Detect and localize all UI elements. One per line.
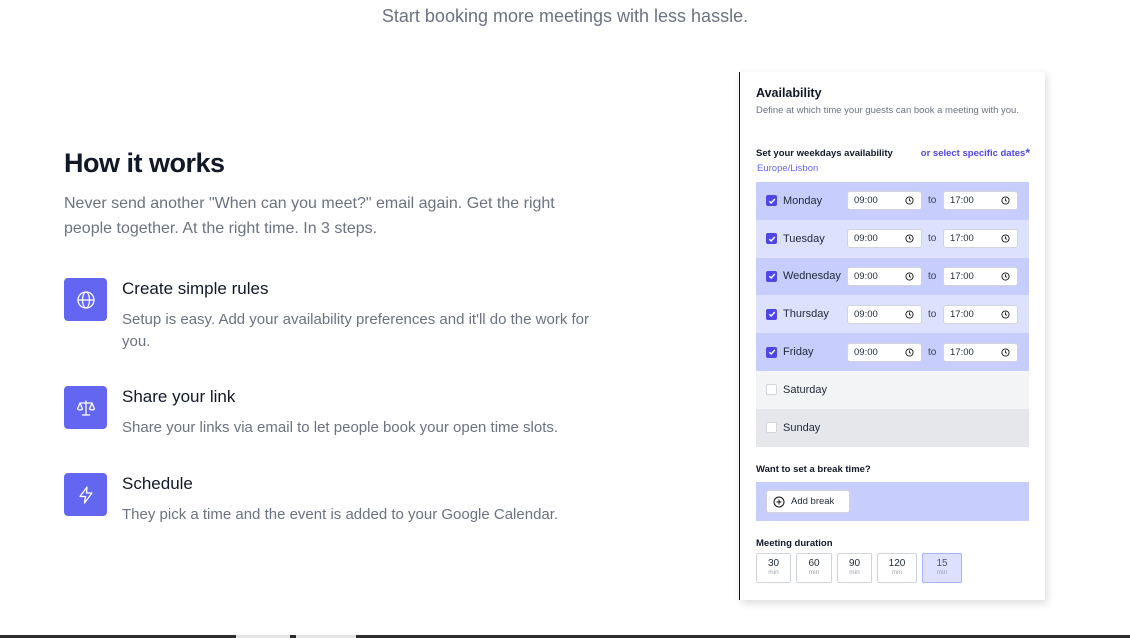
clock-icon [1001,310,1010,319]
day-name: Friday [783,346,814,359]
day-name: Thursday [783,308,829,321]
time-from-input[interactable]: 09:00 [847,266,922,286]
time-from-input[interactable]: 09:00 [847,229,922,249]
availability-title: Availability [756,86,822,100]
day-row-wednesday: Wednesday 09:00 to 17:00 [756,257,1029,296]
clock-icon [905,310,914,319]
time-to-input[interactable]: 17:00 [943,304,1018,324]
section-lead: Never send another "When can you meet?" … [64,195,555,237]
add-break-button[interactable]: Add break [766,490,850,513]
step-desc: They pick a time and the event is added … [122,506,559,523]
clock-icon [1001,196,1010,205]
time-from-input[interactable]: 09:00 [847,304,922,324]
hero-subtitle: Start booking more meetings with less ha… [381,6,749,26]
duration-label: Meeting duration [756,538,833,549]
day-row-tuesday: Tuesday 09:00 to 17:00 [756,219,1029,258]
step-create-rules: Create simple rules Setup is easy. Add y… [64,278,604,353]
day-name: Wednesday [783,270,841,283]
step-schedule: Schedule They pick a time and the event … [64,473,604,526]
scale-icon [64,386,107,429]
day-name: Tuesday [783,232,825,245]
time-to-input[interactable]: 17:00 [943,342,1018,362]
day-row-sunday: Sunday [756,408,1029,447]
day-checkbox[interactable] [766,308,777,320]
step-desc: Setup is easy. Add your availability pre… [122,311,589,350]
step-title: Create simple rules [122,279,269,298]
step-title: Schedule [122,474,193,493]
clock-icon [905,196,914,205]
clock-icon [905,348,914,357]
break-container: Add break [756,482,1029,521]
day-row-friday: Friday 09:00 to 17:00 [756,333,1029,371]
weekdays-label: Set your weekdays availability [756,148,893,159]
availability-panel: Availability Define at which time your g… [739,72,1045,600]
step-title: Share your link [122,387,236,406]
time-to-input[interactable]: 17:00 [943,266,1018,286]
section-title: How it works [64,148,225,178]
day-checkbox[interactable] [766,384,777,396]
select-specific-dates-link[interactable]: or select specific dates* [921,146,1030,160]
day-row-thursday: Thursday 09:00 to 17:00 [756,295,1029,334]
day-name: Saturday [783,383,828,396]
to-label: to [928,195,937,207]
day-name: Monday [783,194,823,207]
lightning-icon [64,473,107,516]
day-row-saturday: Saturday [756,370,1029,409]
weekday-list: Monday 09:00 to 17:00 Tuesday 09:00 to 1… [756,182,1029,447]
time-from-input[interactable]: 09:00 [847,342,922,362]
time-to-input[interactable]: 17:00 [943,191,1018,211]
duration-option-15[interactable]: 15 min [922,553,962,583]
timezone-label[interactable]: Europe/Lisbon [757,163,818,174]
step-desc: Share your links via email to let people… [122,419,559,436]
day-checkbox[interactable] [766,195,777,207]
add-break-label: Add break [791,496,835,507]
time-to-input[interactable]: 17:00 [943,229,1018,249]
required-star: * [1025,146,1030,160]
time-from-input[interactable]: 09:00 [847,191,922,211]
day-checkbox[interactable] [766,346,777,358]
duration-option-30[interactable]: 30 min [756,553,791,583]
day-checkbox[interactable] [766,422,777,434]
duration-options: 30 min 60 min 90 min 120 min 15 min [756,553,967,583]
day-checkbox[interactable] [766,233,777,245]
day-name: Sunday [783,421,821,434]
to-label: to [928,233,937,245]
clock-icon [1001,234,1010,243]
step-share-link: Share your link Share your links via ema… [64,386,604,439]
to-label: to [928,308,937,320]
link-label: or select specific dates [920,148,1026,159]
clock-icon [1001,272,1010,281]
break-label: Want to set a break time? [756,464,871,475]
day-checkbox[interactable] [766,270,777,282]
clock-icon [905,272,914,281]
clock-icon [1001,348,1010,357]
duration-option-90[interactable]: 90 min [837,553,872,583]
to-label: to [928,270,937,282]
to-label: to [928,346,937,358]
day-row-monday: Monday 09:00 to 17:00 [756,182,1029,220]
availability-desc: Define at which time your guests can boo… [756,105,1019,116]
duration-option-60[interactable]: 60 min [796,553,832,583]
clock-icon [905,234,914,243]
plus-circle-icon [773,496,785,507]
globe-icon [64,278,107,321]
duration-option-120[interactable]: 120 min [877,553,917,583]
